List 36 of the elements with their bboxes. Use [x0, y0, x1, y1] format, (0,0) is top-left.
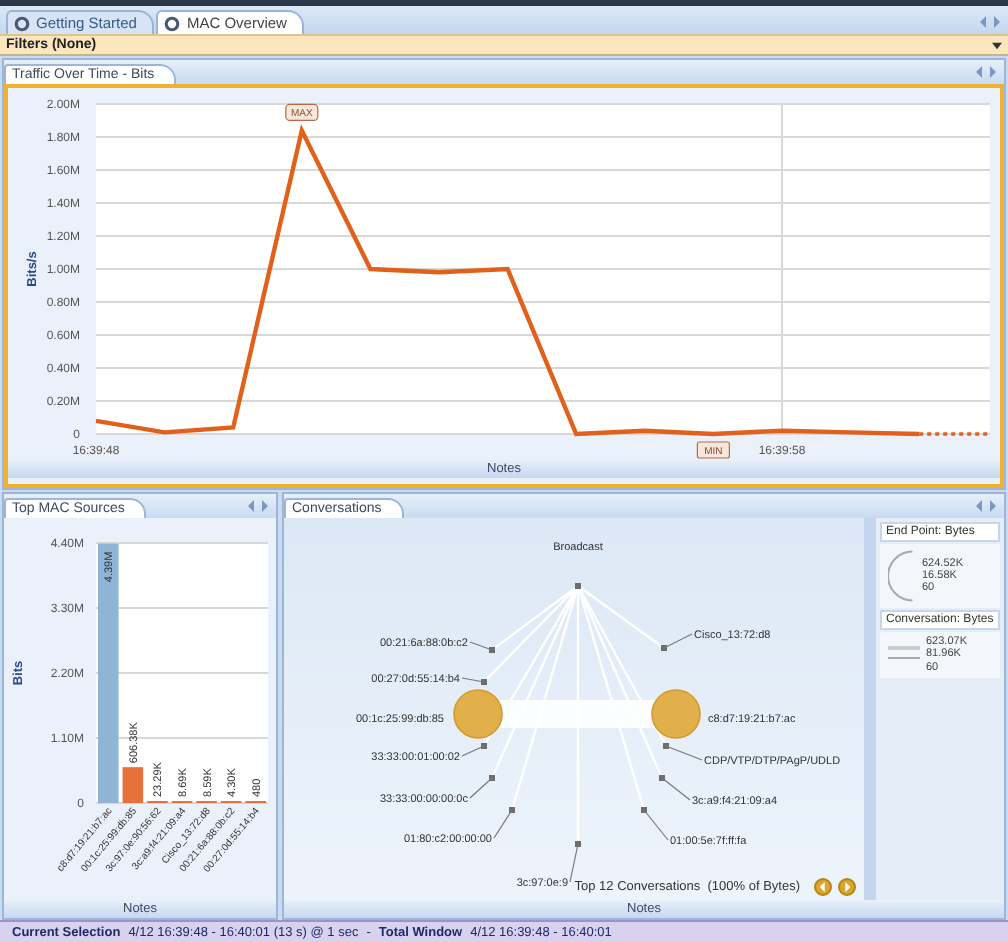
node-point[interactable]: [575, 841, 581, 847]
projection-line: [919, 432, 990, 436]
scroll-arrows-icon[interactable]: [976, 500, 996, 512]
leader-line: [461, 677, 485, 683]
scroll-arrows-icon[interactable]: [980, 16, 1000, 28]
leader-line: [643, 809, 669, 841]
left-arrow-icon: [818, 882, 828, 892]
scroll-arrows-icon[interactable]: [248, 500, 268, 512]
previous-button[interactable]: [814, 878, 832, 896]
node-point[interactable]: [509, 807, 515, 813]
endpoint-circle[interactable]: [453, 689, 503, 739]
arc-scale-icon: [888, 548, 916, 604]
scroll-arrows-icon[interactable]: [976, 66, 996, 78]
node-point[interactable]: [663, 743, 669, 749]
line-scale-icon: [888, 644, 920, 665]
node-point[interactable]: [641, 807, 647, 813]
node-point[interactable]: [481, 743, 487, 749]
next-button[interactable]: [838, 878, 856, 896]
node-point[interactable]: [489, 647, 495, 653]
leader-line: [493, 809, 513, 839]
bar: [122, 767, 144, 803]
right-arrow-icon: [842, 882, 852, 892]
leader-line: [665, 745, 703, 761]
endpoint-circle[interactable]: [651, 689, 701, 739]
node-point[interactable]: [575, 583, 581, 589]
node-point[interactable]: [659, 775, 665, 781]
leader-line: [661, 777, 691, 801]
leader-line: [461, 745, 485, 757]
leader-line: [469, 777, 493, 799]
dropdown-arrow-icon[interactable]: [992, 41, 1002, 49]
node-point[interactable]: [489, 775, 495, 781]
leader-line: [663, 633, 693, 649]
leader-line: [469, 641, 493, 651]
node-point[interactable]: [481, 679, 487, 685]
node-point[interactable]: [661, 645, 667, 651]
leader-line: [569, 843, 579, 883]
